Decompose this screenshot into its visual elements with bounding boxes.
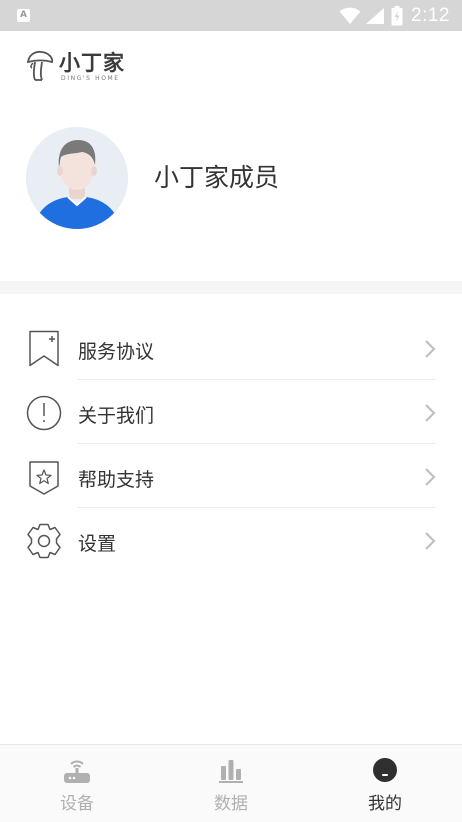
status-right: 2:12 <box>339 0 450 31</box>
nav-tab-data[interactable]: 数据 <box>154 745 308 822</box>
nav-tab-mine[interactable]: 我的 <box>308 745 462 822</box>
section-divider <box>0 281 462 294</box>
signal-icon <box>366 7 385 24</box>
notification-icon: A <box>17 9 30 22</box>
chevron-right-icon <box>425 532 436 550</box>
menu-item-label: 服务协议 <box>78 341 155 363</box>
menu-item-label: 帮助支持 <box>78 469 155 491</box>
avatar-person-icon <box>26 127 128 229</box>
profile-icon <box>373 758 397 782</box>
bookmark-plus-icon <box>29 330 59 367</box>
logo-subtext: DING'S HOME <box>61 75 120 82</box>
menu-item-label: 设置 <box>78 533 117 555</box>
battery-icon <box>391 5 403 25</box>
nav-label: 设备 <box>60 794 94 814</box>
bottom-nav: 设备 数据 我的 <box>0 744 462 822</box>
info-circle-icon <box>26 395 62 431</box>
nav-label: 数据 <box>214 794 248 814</box>
menu-item-label: 关于我们 <box>78 405 155 427</box>
menu-item-about-us[interactable]: 关于我们 <box>0 380 462 444</box>
wifi-icon <box>339 7 361 24</box>
nav-label: 我的 <box>368 794 402 814</box>
router-icon <box>64 760 90 783</box>
status-time: 2:12 <box>411 4 450 26</box>
nav-tab-devices[interactable]: 设备 <box>0 745 154 822</box>
profile-name: 小丁家成员 <box>154 163 280 192</box>
chevron-right-icon <box>425 340 436 358</box>
gear-icon <box>27 523 61 559</box>
menu-item-service-agreement[interactable]: 服务协议 <box>0 316 462 380</box>
avatar[interactable] <box>26 127 128 229</box>
chevron-right-icon <box>425 404 436 422</box>
shield-star-icon <box>29 461 59 495</box>
menu-list: 服务协议 关于我们 帮助支持 设置 <box>0 316 462 572</box>
menu-item-help-support[interactable]: 帮助支持 <box>0 444 462 508</box>
logo-text: 小丁家 <box>59 51 125 75</box>
mushroom-logo-icon <box>26 50 54 81</box>
menu-item-settings[interactable]: 设置 <box>0 508 462 572</box>
status-bar: A 2:12 <box>0 0 462 31</box>
chevron-right-icon <box>425 468 436 486</box>
bar-chart-icon <box>219 760 243 783</box>
